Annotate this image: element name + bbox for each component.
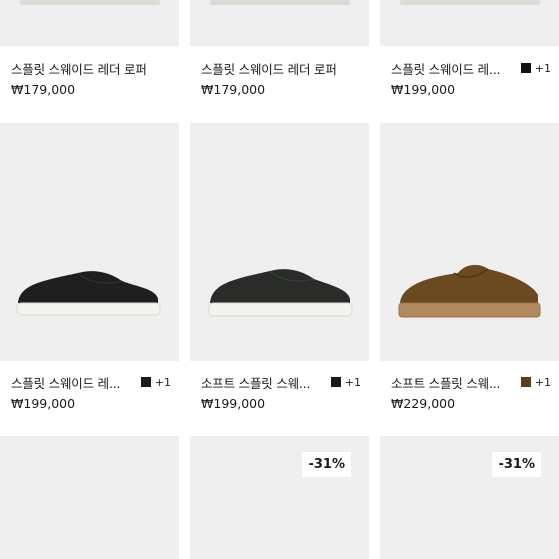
product-image[interactable]: -31%	[190, 436, 369, 559]
more-colors-count: +1	[534, 375, 551, 389]
more-colors-count: +1	[534, 61, 551, 75]
color-swatch[interactable]	[140, 377, 151, 387]
product-price: ₩199,000	[391, 82, 456, 97]
product-card[interactable]	[0, 436, 179, 559]
product-image[interactable]	[380, 0, 559, 46]
product-image[interactable]	[0, 436, 179, 559]
discount-badge: -31%	[302, 452, 351, 477]
product-image[interactable]	[190, 123, 369, 361]
product-name[interactable]: 소프트 스플릿 스웨...	[391, 373, 500, 392]
color-options[interactable]: +1	[515, 376, 551, 389]
shoe-image	[398, 264, 541, 318]
color-swatch[interactable]	[520, 63, 531, 73]
more-colors-count: +1	[344, 375, 361, 389]
color-swatch[interactable]	[330, 377, 341, 387]
more-colors-count: +1	[154, 375, 171, 389]
product-price: ₩229,000	[391, 396, 456, 411]
product-name[interactable]: 스플릿 스웨이드 레...	[391, 59, 500, 78]
product-image[interactable]	[0, 123, 179, 361]
product-name[interactable]: 스플릿 스웨이드 레더 로퍼	[201, 59, 337, 78]
product-price: ₩179,000	[201, 82, 266, 97]
product-name[interactable]: 스플릿 스웨이드 레더 로퍼	[11, 59, 147, 78]
product-card[interactable]: 스플릿 스웨이드 레... +1 ₩199,000	[380, 0, 559, 118]
product-image[interactable]: -31%	[380, 436, 559, 559]
color-options[interactable]: +1	[515, 62, 551, 75]
product-card[interactable]: 스플릿 스웨이드 레더 로퍼 ₩179,000	[0, 0, 179, 118]
shoe-image	[208, 269, 353, 317]
product-name[interactable]: 소프트 스플릿 스웨...	[201, 373, 310, 392]
product-card[interactable]: 소프트 스플릿 스웨... +1 ₩199,000	[190, 123, 369, 423]
discount-badge: -31%	[492, 452, 541, 477]
shoe-image	[210, 0, 350, 5]
product-image[interactable]	[190, 0, 369, 46]
product-image[interactable]	[380, 123, 559, 361]
product-name[interactable]: 스플릿 스웨이드 레...	[11, 373, 120, 392]
shoe-image	[400, 0, 540, 5]
product-price: ₩199,000	[201, 396, 266, 411]
shoe-image	[16, 271, 161, 316]
color-swatch[interactable]	[520, 377, 531, 387]
product-card[interactable]: 스플릿 스웨이드 레더 로퍼 ₩179,000	[190, 0, 369, 118]
color-options[interactable]: +1	[135, 376, 171, 389]
product-card[interactable]: -31%	[190, 436, 369, 559]
product-price: ₩199,000	[11, 396, 76, 411]
product-card[interactable]: -31%	[380, 436, 559, 559]
product-card[interactable]: 스플릿 스웨이드 레... +1 ₩199,000	[0, 123, 179, 423]
shoe-image	[20, 0, 160, 5]
product-price: ₩179,000	[11, 82, 76, 97]
product-card[interactable]: 소프트 스플릿 스웨... +1 ₩229,000	[380, 123, 559, 423]
color-options[interactable]: +1	[325, 376, 361, 389]
product-image[interactable]	[0, 0, 179, 46]
